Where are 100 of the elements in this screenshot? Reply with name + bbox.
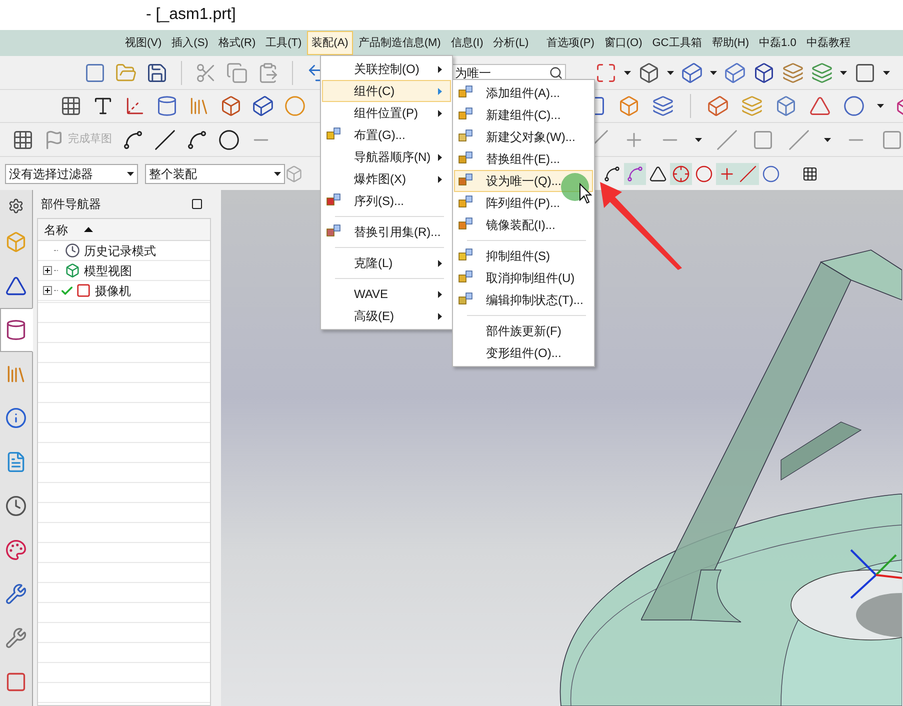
submenu-arrow-icon xyxy=(438,110,442,116)
box-icon[interactable] xyxy=(775,95,797,117)
block-icon[interactable] xyxy=(252,95,274,117)
menu-bar-item[interactable]: 首选项(P) xyxy=(542,31,600,55)
menu-item[interactable]: 序列(S)... xyxy=(322,190,451,212)
menu-item[interactable]: 导航器顺序(N) xyxy=(322,146,451,168)
menu-item[interactable]: 爆炸图(X) xyxy=(322,168,451,190)
layers-icon[interactable] xyxy=(782,62,804,84)
menu-item[interactable]: 新建父对象(W)... xyxy=(454,126,593,148)
dropdown-caret-icon[interactable] xyxy=(695,138,702,142)
menu-item-label: 克隆(L) xyxy=(354,255,393,272)
menu-item[interactable]: 编辑抑制状态(T)... xyxy=(454,289,593,311)
line-icon[interactable] xyxy=(154,128,176,150)
cylinder-icon xyxy=(5,319,27,341)
sphere-icon[interactable] xyxy=(843,95,865,117)
menu-item[interactable]: 布置(G)... xyxy=(322,124,451,146)
filter-dropdown[interactable]: 没有选择过滤器 xyxy=(5,164,138,184)
dropdown-caret-icon[interactable] xyxy=(710,70,717,74)
scissors-icon[interactable] xyxy=(195,62,217,84)
menu-item[interactable]: 变形组件(O)... xyxy=(454,342,593,364)
block-icon[interactable] xyxy=(707,95,729,117)
menu-bar-item[interactable]: 工具(T) xyxy=(260,31,307,55)
wireframe-cube-icon[interactable] xyxy=(753,62,775,84)
menu-item[interactable]: 高级(E) xyxy=(322,305,451,327)
menu-item[interactable]: 组件(C) xyxy=(322,80,451,102)
expand-toggle-icon[interactable] xyxy=(43,266,52,275)
sort-ascending-icon xyxy=(84,227,93,232)
menu-item-label: 组件位置(P) xyxy=(354,105,418,122)
arc-icon[interactable] xyxy=(186,128,208,150)
dropdown-caret-icon[interactable] xyxy=(127,172,134,176)
display-square-icon[interactable] xyxy=(854,62,876,84)
menu-item[interactable]: 克隆(L) xyxy=(322,252,451,274)
solid-icon[interactable] xyxy=(220,95,242,117)
box-icon[interactable] xyxy=(618,95,640,117)
sketch-grid-icon[interactable] xyxy=(12,128,34,150)
menu-bar-item[interactable]: 插入(S) xyxy=(166,31,214,55)
menu-item[interactable]: 替换组件(E)... xyxy=(454,148,593,170)
resource-tab[interactable] xyxy=(0,308,32,352)
menu-item[interactable]: 阵列组件(P)... xyxy=(454,192,593,214)
menu-bar-item[interactable]: 中磊1.0 xyxy=(754,31,802,55)
curve-icon[interactable] xyxy=(603,164,621,182)
menu-item[interactable]: 取消抑制组件(U) xyxy=(454,267,593,289)
dropdown-caret-icon[interactable] xyxy=(840,70,847,74)
snap-point-icon[interactable] xyxy=(626,164,644,182)
menu-item[interactable]: 组件位置(P) xyxy=(322,102,451,124)
menu-item[interactable]: 镜像装配(I)... xyxy=(454,214,593,236)
menu-bar-item[interactable]: 视图(V) xyxy=(120,31,167,55)
menu-bar-item[interactable]: 帮助(H) xyxy=(706,31,754,55)
menu-item-label: 取消抑制组件(U) xyxy=(486,270,575,287)
cylinder-icon[interactable] xyxy=(156,95,178,117)
dropdown-caret-icon[interactable] xyxy=(274,172,281,176)
menu-item[interactable]: 关联控制(O) xyxy=(322,58,451,80)
save-icon[interactable] xyxy=(146,62,168,84)
dropdown-caret-icon[interactable] xyxy=(824,138,831,142)
dropdown-caret-icon[interactable] xyxy=(883,70,890,74)
menu-bar-item[interactable]: 分析(L) xyxy=(488,31,534,55)
tree-row[interactable]: 摄像机 xyxy=(38,281,210,301)
dropdown-caret-icon[interactable] xyxy=(877,104,884,108)
column-header[interactable]: 名称 xyxy=(38,219,210,241)
shaded-box-icon[interactable] xyxy=(638,62,660,84)
axis-icon[interactable] xyxy=(124,95,146,117)
menu-item-label: WAVE xyxy=(354,286,388,303)
search-icon[interactable] xyxy=(549,66,563,80)
fit-view-icon[interactable] xyxy=(595,62,617,84)
layers-icon[interactable] xyxy=(811,62,833,84)
menu-item[interactable]: 抑制组件(S) xyxy=(454,245,593,267)
cube-icon[interactable] xyxy=(681,62,703,84)
filter-dropdown[interactable]: 整个装配 xyxy=(145,164,285,184)
tree-row[interactable]: 模型视图 xyxy=(38,261,210,281)
tree-row[interactable]: 历史记录模式 xyxy=(38,241,210,261)
line-point-icon[interactable] xyxy=(739,164,757,182)
menu-bar-item[interactable]: 窗口(O) xyxy=(599,31,648,55)
menu-bar-item[interactable]: 产品制造信息(M) xyxy=(353,31,446,55)
circle-icon[interactable] xyxy=(218,128,240,150)
flag-icon xyxy=(44,130,64,150)
dropdown-caret-icon[interactable] xyxy=(667,70,674,74)
menu-item[interactable]: 新建组件(C)... xyxy=(454,104,593,126)
menu-bar-item[interactable]: 信息(I) xyxy=(446,31,488,55)
center-point-icon[interactable] xyxy=(672,164,690,182)
menu-bar-item[interactable]: 格式(R) xyxy=(213,31,261,55)
copy-icon[interactable] xyxy=(226,62,248,84)
menu-item[interactable]: 替换引用集(R)... xyxy=(322,221,451,243)
dropdown-caret-icon[interactable] xyxy=(624,70,631,74)
new-file-icon[interactable] xyxy=(84,62,106,84)
menu-item[interactable]: 添加组件(A)... xyxy=(454,82,593,104)
clipboard-icon[interactable] xyxy=(257,62,279,84)
menu-item-label: 组件(C) xyxy=(354,83,395,100)
menu-item[interactable]: WAVE xyxy=(322,283,451,305)
cube-icon[interactable] xyxy=(724,62,746,84)
sketch-grid-icon[interactable] xyxy=(60,95,82,117)
menu-bar-item[interactable]: GC工具箱 xyxy=(647,31,707,55)
spline-icon[interactable] xyxy=(122,128,144,150)
menu-bar-item[interactable]: 装配(A) xyxy=(306,31,354,55)
menu-item[interactable]: 部件族更新(F) xyxy=(454,320,593,342)
text-icon[interactable] xyxy=(92,95,114,117)
maximize-icon[interactable] xyxy=(191,198,203,210)
menu-bar-item[interactable]: 中磊教程 xyxy=(801,31,856,55)
grid-icon[interactable] xyxy=(802,166,818,182)
menu-item-label: 序列(S)... xyxy=(354,193,404,210)
expand-toggle-icon[interactable] xyxy=(43,286,52,295)
